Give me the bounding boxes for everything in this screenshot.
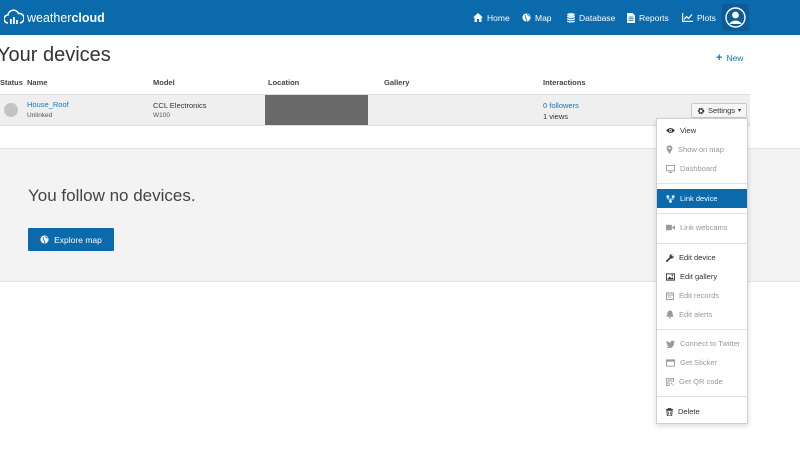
home-icon bbox=[473, 13, 483, 22]
menu-divider bbox=[657, 213, 747, 214]
cloud-logo-icon bbox=[4, 9, 24, 24]
column-name: Name bbox=[27, 78, 48, 87]
menu-item-delete-label: Delete bbox=[678, 407, 700, 416]
user-avatar-icon bbox=[725, 7, 746, 28]
settings-dropdown-button[interactable]: Settings ▾ bbox=[691, 103, 747, 118]
globe-icon bbox=[40, 235, 49, 244]
device-model-code: W100 bbox=[153, 112, 170, 119]
column-location: Location bbox=[268, 78, 300, 87]
menu-item-edit-records[interactable]: Edit records bbox=[657, 286, 747, 305]
menu-item-show-on-map[interactable]: Show on map bbox=[657, 140, 747, 159]
map-marker-icon bbox=[666, 145, 673, 154]
calendar-icon bbox=[666, 291, 674, 300]
weathercloud-logo[interactable]: weather cloud bbox=[4, 8, 105, 28]
explore-map-label: Explore map bbox=[54, 234, 102, 245]
twitter-icon bbox=[666, 340, 675, 348]
menu-divider bbox=[657, 329, 747, 330]
nav-database[interactable]: Database bbox=[567, 0, 615, 35]
menu-item-dashboard[interactable]: Dashboard bbox=[657, 159, 747, 178]
explore-map-button[interactable]: Explore map bbox=[28, 228, 114, 251]
column-gallery: Gallery bbox=[384, 78, 410, 87]
menu-item-edit-alerts[interactable]: Edit alerts bbox=[657, 305, 747, 324]
eye-icon bbox=[666, 128, 675, 133]
column-status: Status bbox=[0, 78, 23, 87]
nav-plots[interactable]: Plots bbox=[682, 0, 716, 35]
wrench-icon bbox=[666, 253, 674, 262]
menu-item-dashboard-label: Dashboard bbox=[680, 164, 717, 173]
menu-item-get-sticker[interactable]: Get Sticker bbox=[657, 353, 747, 372]
sitemap-icon bbox=[666, 194, 675, 203]
nav-reports[interactable]: Reports bbox=[627, 0, 669, 35]
device-name-link[interactable]: House_Roof bbox=[27, 100, 69, 109]
database-icon bbox=[567, 12, 575, 22]
column-model: Model bbox=[153, 78, 175, 87]
menu-item-edit-records-label: Edit records bbox=[679, 291, 720, 300]
qrcode-icon bbox=[666, 377, 674, 386]
menu-item-get-qr-code[interactable]: Get QR code bbox=[657, 372, 747, 391]
menu-item-connect-twitter[interactable]: Connect to Twitter bbox=[657, 334, 747, 353]
settings-label: Settings bbox=[707, 106, 736, 115]
user-avatar[interactable] bbox=[722, 4, 749, 31]
menu-item-connect-twitter-label: Connect to Twitter bbox=[680, 339, 741, 348]
monitor-icon bbox=[666, 164, 675, 173]
no-followed-devices-message: You follow no devices. bbox=[28, 186, 196, 205]
nav-map-label: Map bbox=[535, 12, 552, 23]
menu-item-edit-device-label: Edit device bbox=[679, 253, 716, 262]
menu-item-show-on-map-label: Show on map bbox=[678, 145, 724, 154]
menu-item-link-device[interactable]: Link device bbox=[657, 189, 747, 208]
nav-home-label: Home bbox=[487, 12, 510, 23]
device-link-status: Unlinked bbox=[27, 112, 53, 119]
image-icon bbox=[666, 272, 675, 281]
device-model-brand: CCL Electronics bbox=[153, 101, 207, 110]
menu-item-get-sticker-label: Get Sticker bbox=[680, 358, 718, 367]
page-title: Your devices bbox=[0, 44, 111, 66]
menu-item-edit-gallery[interactable]: Edit gallery bbox=[657, 267, 747, 286]
followers-link[interactable]: 0 followers bbox=[543, 101, 579, 110]
menu-divider bbox=[657, 183, 747, 184]
menu-item-link-device-label: Link device bbox=[680, 194, 718, 203]
menu-item-edit-gallery-label: Edit gallery bbox=[680, 272, 718, 281]
menu-item-get-qr-code-label: Get QR code bbox=[679, 377, 723, 386]
menu-divider bbox=[657, 243, 747, 244]
location-map-thumbnail[interactable] bbox=[265, 95, 368, 125]
browser-window-icon bbox=[666, 358, 675, 367]
brand-name-bold: cloud bbox=[71, 11, 105, 25]
column-interactions: Interactions bbox=[543, 78, 586, 87]
menu-item-link-webcams-label: Link webcams bbox=[680, 223, 728, 232]
nav-home[interactable]: Home bbox=[473, 0, 510, 35]
menu-divider bbox=[657, 396, 747, 397]
devices-table-header: Status Name Model Location Gallery Inter… bbox=[0, 78, 750, 93]
status-indicator bbox=[4, 103, 18, 117]
settings-dropdown-menu: View Show on map Dashboard Link device L… bbox=[656, 118, 748, 424]
views-count: 1 views bbox=[543, 112, 569, 121]
menu-item-link-webcams[interactable]: Link webcams bbox=[657, 218, 747, 237]
plus-icon: + bbox=[716, 52, 723, 64]
nav-plots-label: Plots bbox=[697, 12, 716, 23]
gear-icon bbox=[697, 107, 705, 114]
new-device-label: New bbox=[726, 53, 744, 63]
video-camera-icon bbox=[666, 224, 675, 231]
nav-reports-label: Reports bbox=[639, 12, 669, 23]
caret-down-icon: ▾ bbox=[738, 108, 742, 114]
menu-item-edit-device[interactable]: Edit device bbox=[657, 248, 747, 267]
menu-item-delete[interactable]: Delete bbox=[657, 402, 747, 421]
chart-icon bbox=[682, 13, 693, 22]
nav-database-label: Database bbox=[579, 12, 616, 23]
menu-item-view-label: View bbox=[680, 126, 697, 135]
nav-map[interactable]: Map bbox=[522, 0, 552, 35]
brand-name-light: weather bbox=[27, 11, 72, 25]
trash-icon bbox=[666, 407, 673, 416]
menu-item-view[interactable]: View bbox=[657, 121, 747, 140]
menu-item-edit-alerts-label: Edit alerts bbox=[679, 310, 713, 319]
table-row: House_Roof Unlinked CCL Electronics W100… bbox=[0, 94, 750, 126]
document-icon bbox=[627, 12, 635, 23]
top-navbar: weather cloud Home Map Database Reports P… bbox=[0, 0, 800, 35]
globe-icon bbox=[522, 13, 531, 22]
bell-icon bbox=[666, 310, 674, 319]
new-device-button[interactable]: + New bbox=[716, 52, 743, 64]
